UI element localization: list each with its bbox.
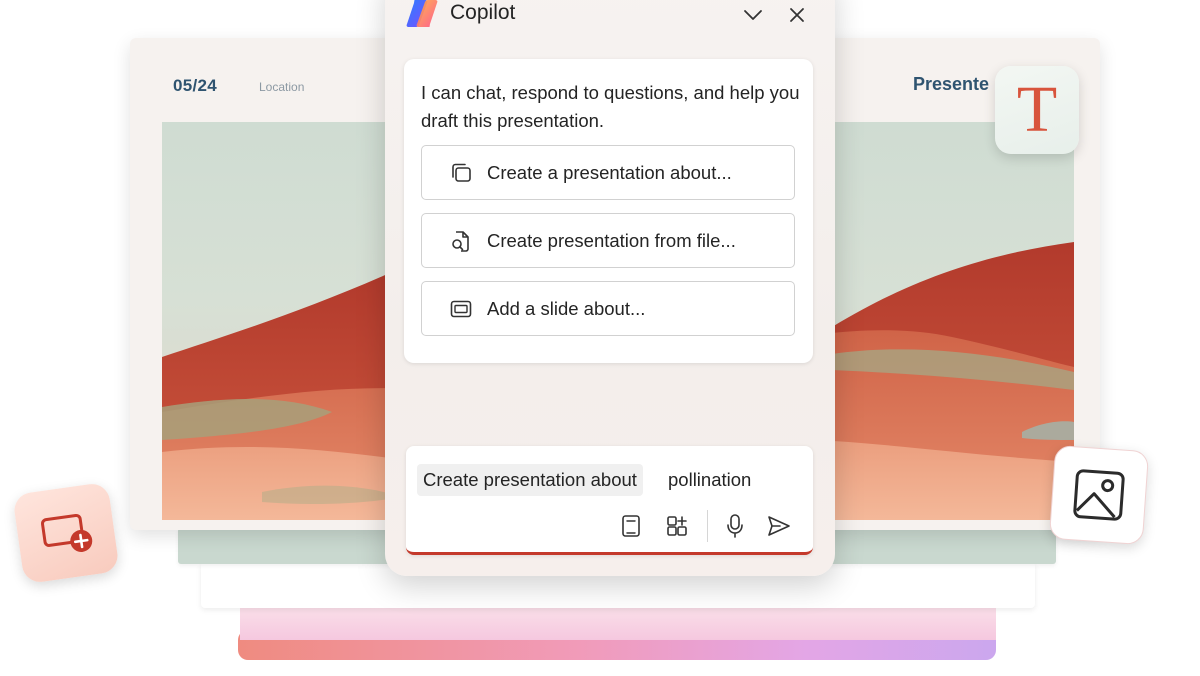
add-slide-badge <box>12 481 120 585</box>
suggestion-create-presentation-about[interactable]: Create a presentation about... <box>421 145 795 200</box>
slide-title: Presente <box>913 74 990 94</box>
microphone-icon <box>727 514 743 538</box>
collapse-panel-button[interactable] <box>740 3 766 27</box>
microphone-button[interactable] <box>721 512 749 540</box>
add-apps-button[interactable] <box>663 512 691 540</box>
send-icon <box>768 516 790 536</box>
copy-pages-icon <box>448 160 474 186</box>
prompt-input-text[interactable]: pollination <box>668 469 751 491</box>
image-icon <box>1073 469 1125 521</box>
add-slide-icon <box>41 513 93 552</box>
assistant-message: I can chat, respond to questions, and he… <box>421 82 800 131</box>
notebook-button[interactable] <box>617 512 645 540</box>
toolbar-divider <box>707 510 708 542</box>
send-button[interactable] <box>765 512 793 540</box>
close-panel-button[interactable] <box>784 3 810 27</box>
suggestion-label: Create a presentation about... <box>487 161 732 183</box>
copilot-title: Copilot <box>450 1 516 24</box>
slide-date: 05/24 <box>173 76 218 95</box>
text-format-glyph: T <box>1016 73 1058 146</box>
prompt-chip[interactable]: Create presentation about <box>417 464 643 496</box>
prompt-composer[interactable] <box>406 446 813 555</box>
chevron-down-icon <box>744 10 762 20</box>
close-icon <box>790 8 804 22</box>
document-search-icon <box>448 228 474 254</box>
suggestion-add-slide-about[interactable]: Add a slide about... <box>421 281 795 336</box>
copilot-logo-icon <box>406 0 438 27</box>
slide-location: Location <box>259 80 305 94</box>
insert-image-badge <box>1048 444 1150 546</box>
slide-layout-icon <box>448 296 474 322</box>
suggestion-label: Create presentation from file... <box>487 229 736 251</box>
notebook-icon <box>622 515 640 537</box>
text-format-badge: T <box>995 66 1079 154</box>
suggestion-create-presentation-from-file[interactable]: Create presentation from file... <box>421 213 795 268</box>
add-apps-icon <box>667 516 687 536</box>
suggestion-label: Add a slide about... <box>487 297 646 319</box>
